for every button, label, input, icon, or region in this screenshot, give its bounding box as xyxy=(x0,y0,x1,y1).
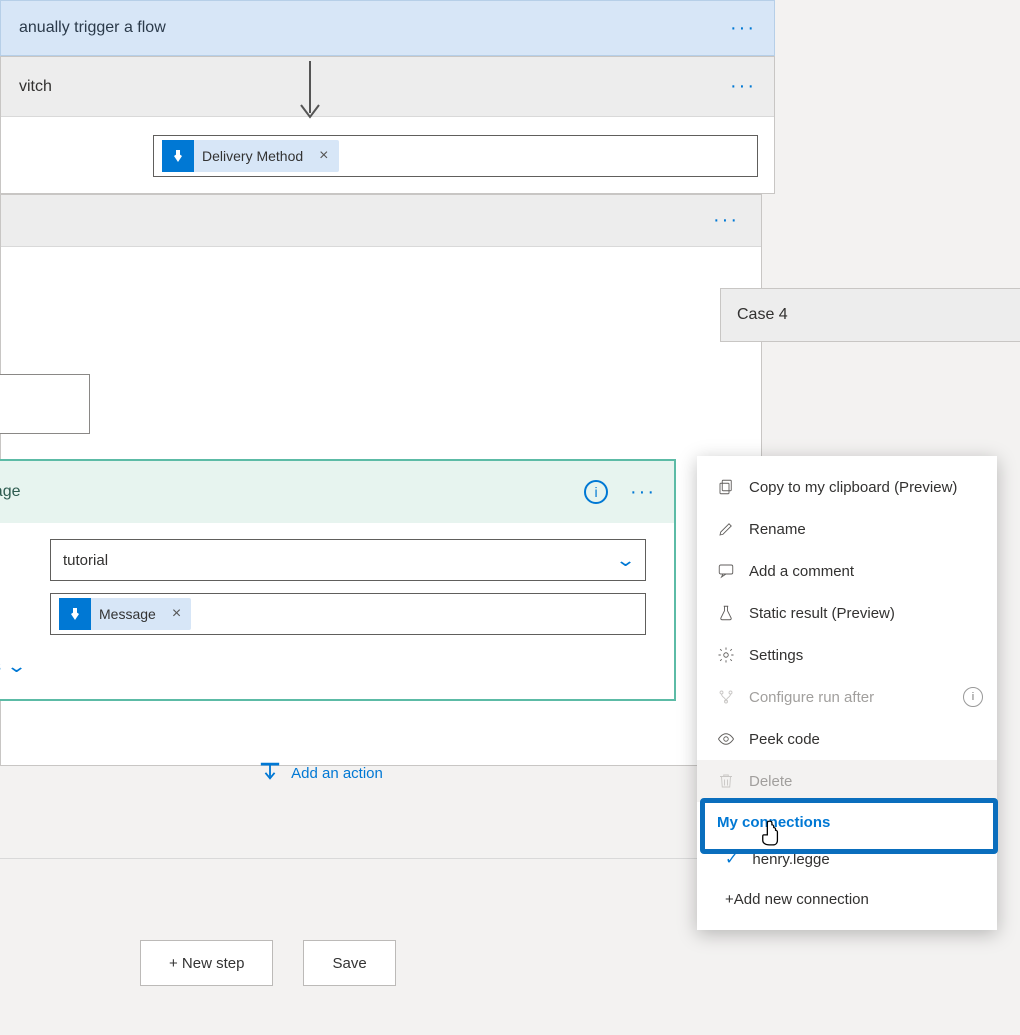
menu-delete[interactable]: Delete xyxy=(697,760,997,802)
save-button[interactable]: Save xyxy=(303,940,395,986)
select-value: tutorial xyxy=(63,552,108,569)
post-message-title: nessage xyxy=(0,483,21,501)
eye-icon xyxy=(717,730,735,748)
context-menu: Copy to my clipboard (Preview) Rename Ad… xyxy=(697,456,997,930)
message-text-input[interactable]: Message × xyxy=(50,593,646,635)
gear-icon xyxy=(717,646,735,664)
menu-label: Settings xyxy=(749,647,803,664)
menu-comment[interactable]: Add a comment xyxy=(697,550,997,592)
menu-settings[interactable]: Settings xyxy=(697,634,997,676)
chevron-down-icon: ⌄ xyxy=(615,550,636,571)
token-message[interactable]: Message × xyxy=(59,598,191,630)
more-icon[interactable]: ··· xyxy=(730,17,756,40)
menu-configure-run-after: Configure run after i xyxy=(697,676,997,718)
channel-select[interactable]: tutorial ⌄ xyxy=(50,539,646,581)
switch-card[interactable]: vitch ··· Delivery Method × xyxy=(0,56,775,194)
case4-card[interactable]: Case 4 xyxy=(720,288,1020,342)
menu-label: Static result (Preview) xyxy=(749,605,895,622)
menu-label: Delete xyxy=(749,773,792,790)
case-equals-input[interactable] xyxy=(0,374,90,434)
save-label: Save xyxy=(332,955,366,972)
post-message-header[interactable]: nessage i ··· xyxy=(0,461,674,523)
info-icon: i xyxy=(963,687,983,707)
token-label: Delivery Method xyxy=(202,148,303,164)
connection-name: henry.legge xyxy=(752,851,829,868)
add-action-button[interactable]: Add an action xyxy=(0,760,702,786)
insert-step-icon xyxy=(259,760,281,786)
menu-peek-code[interactable]: Peek code xyxy=(697,718,997,760)
flask-icon xyxy=(717,604,735,622)
menu-label: Configure run after xyxy=(749,689,874,706)
add-connection-button[interactable]: +Add new connection xyxy=(697,879,997,920)
copy-icon xyxy=(717,478,735,496)
menu-section-my-connections: My connections xyxy=(697,802,997,839)
advanced-options-label: d options xyxy=(0,658,1,675)
remove-token-icon[interactable]: × xyxy=(172,605,181,623)
info-icon[interactable]: i xyxy=(584,480,608,504)
comment-icon xyxy=(717,562,735,580)
switch-on-input[interactable]: Delivery Method × xyxy=(153,135,758,177)
menu-label: Add a comment xyxy=(749,563,854,580)
check-icon: ✓ xyxy=(725,849,738,869)
menu-label: Peek code xyxy=(749,731,820,748)
divider xyxy=(0,858,702,859)
manual-trigger-icon xyxy=(59,598,91,630)
manual-trigger-icon xyxy=(162,140,194,172)
pencil-icon xyxy=(717,520,735,538)
connection-item[interactable]: ✓ henry.legge xyxy=(697,839,997,879)
more-icon[interactable]: ··· xyxy=(630,481,656,504)
trash-icon xyxy=(717,772,735,790)
more-icon[interactable]: ··· xyxy=(730,75,756,98)
trigger-title: anually trigger a flow xyxy=(19,19,166,37)
menu-static-result[interactable]: Static result (Preview) xyxy=(697,592,997,634)
remove-token-icon[interactable]: × xyxy=(319,147,328,165)
advanced-options-link[interactable]: d options ⌄ xyxy=(0,642,24,677)
switch-header[interactable]: vitch ··· xyxy=(1,57,774,117)
branch-icon xyxy=(717,688,735,706)
add-connection-label: +Add new connection xyxy=(725,891,869,908)
menu-copy[interactable]: Copy to my clipboard (Preview) xyxy=(697,466,997,508)
menu-rename[interactable]: Rename xyxy=(697,508,997,550)
new-step-button[interactable]: + New step xyxy=(140,940,273,986)
more-icon[interactable]: ··· xyxy=(713,209,739,232)
case4-title: Case 4 xyxy=(737,306,788,324)
chevron-down-icon: ⌄ xyxy=(6,656,27,677)
case-header[interactable]: ··· xyxy=(1,195,761,247)
menu-label: Rename xyxy=(749,521,806,538)
menu-label: Copy to my clipboard (Preview) xyxy=(749,479,957,496)
trigger-card[interactable]: anually trigger a flow ··· xyxy=(0,0,775,56)
flow-arrow-down xyxy=(295,56,325,126)
switch-title: vitch xyxy=(19,78,52,96)
token-delivery-method[interactable]: Delivery Method × xyxy=(162,140,339,172)
token-label: Message xyxy=(99,606,156,622)
post-message-card[interactable]: nessage i ··· e tutorial ⌄ Message × xyxy=(0,459,676,701)
new-step-label: + New step xyxy=(169,955,244,972)
add-action-label: Add an action xyxy=(291,765,383,782)
